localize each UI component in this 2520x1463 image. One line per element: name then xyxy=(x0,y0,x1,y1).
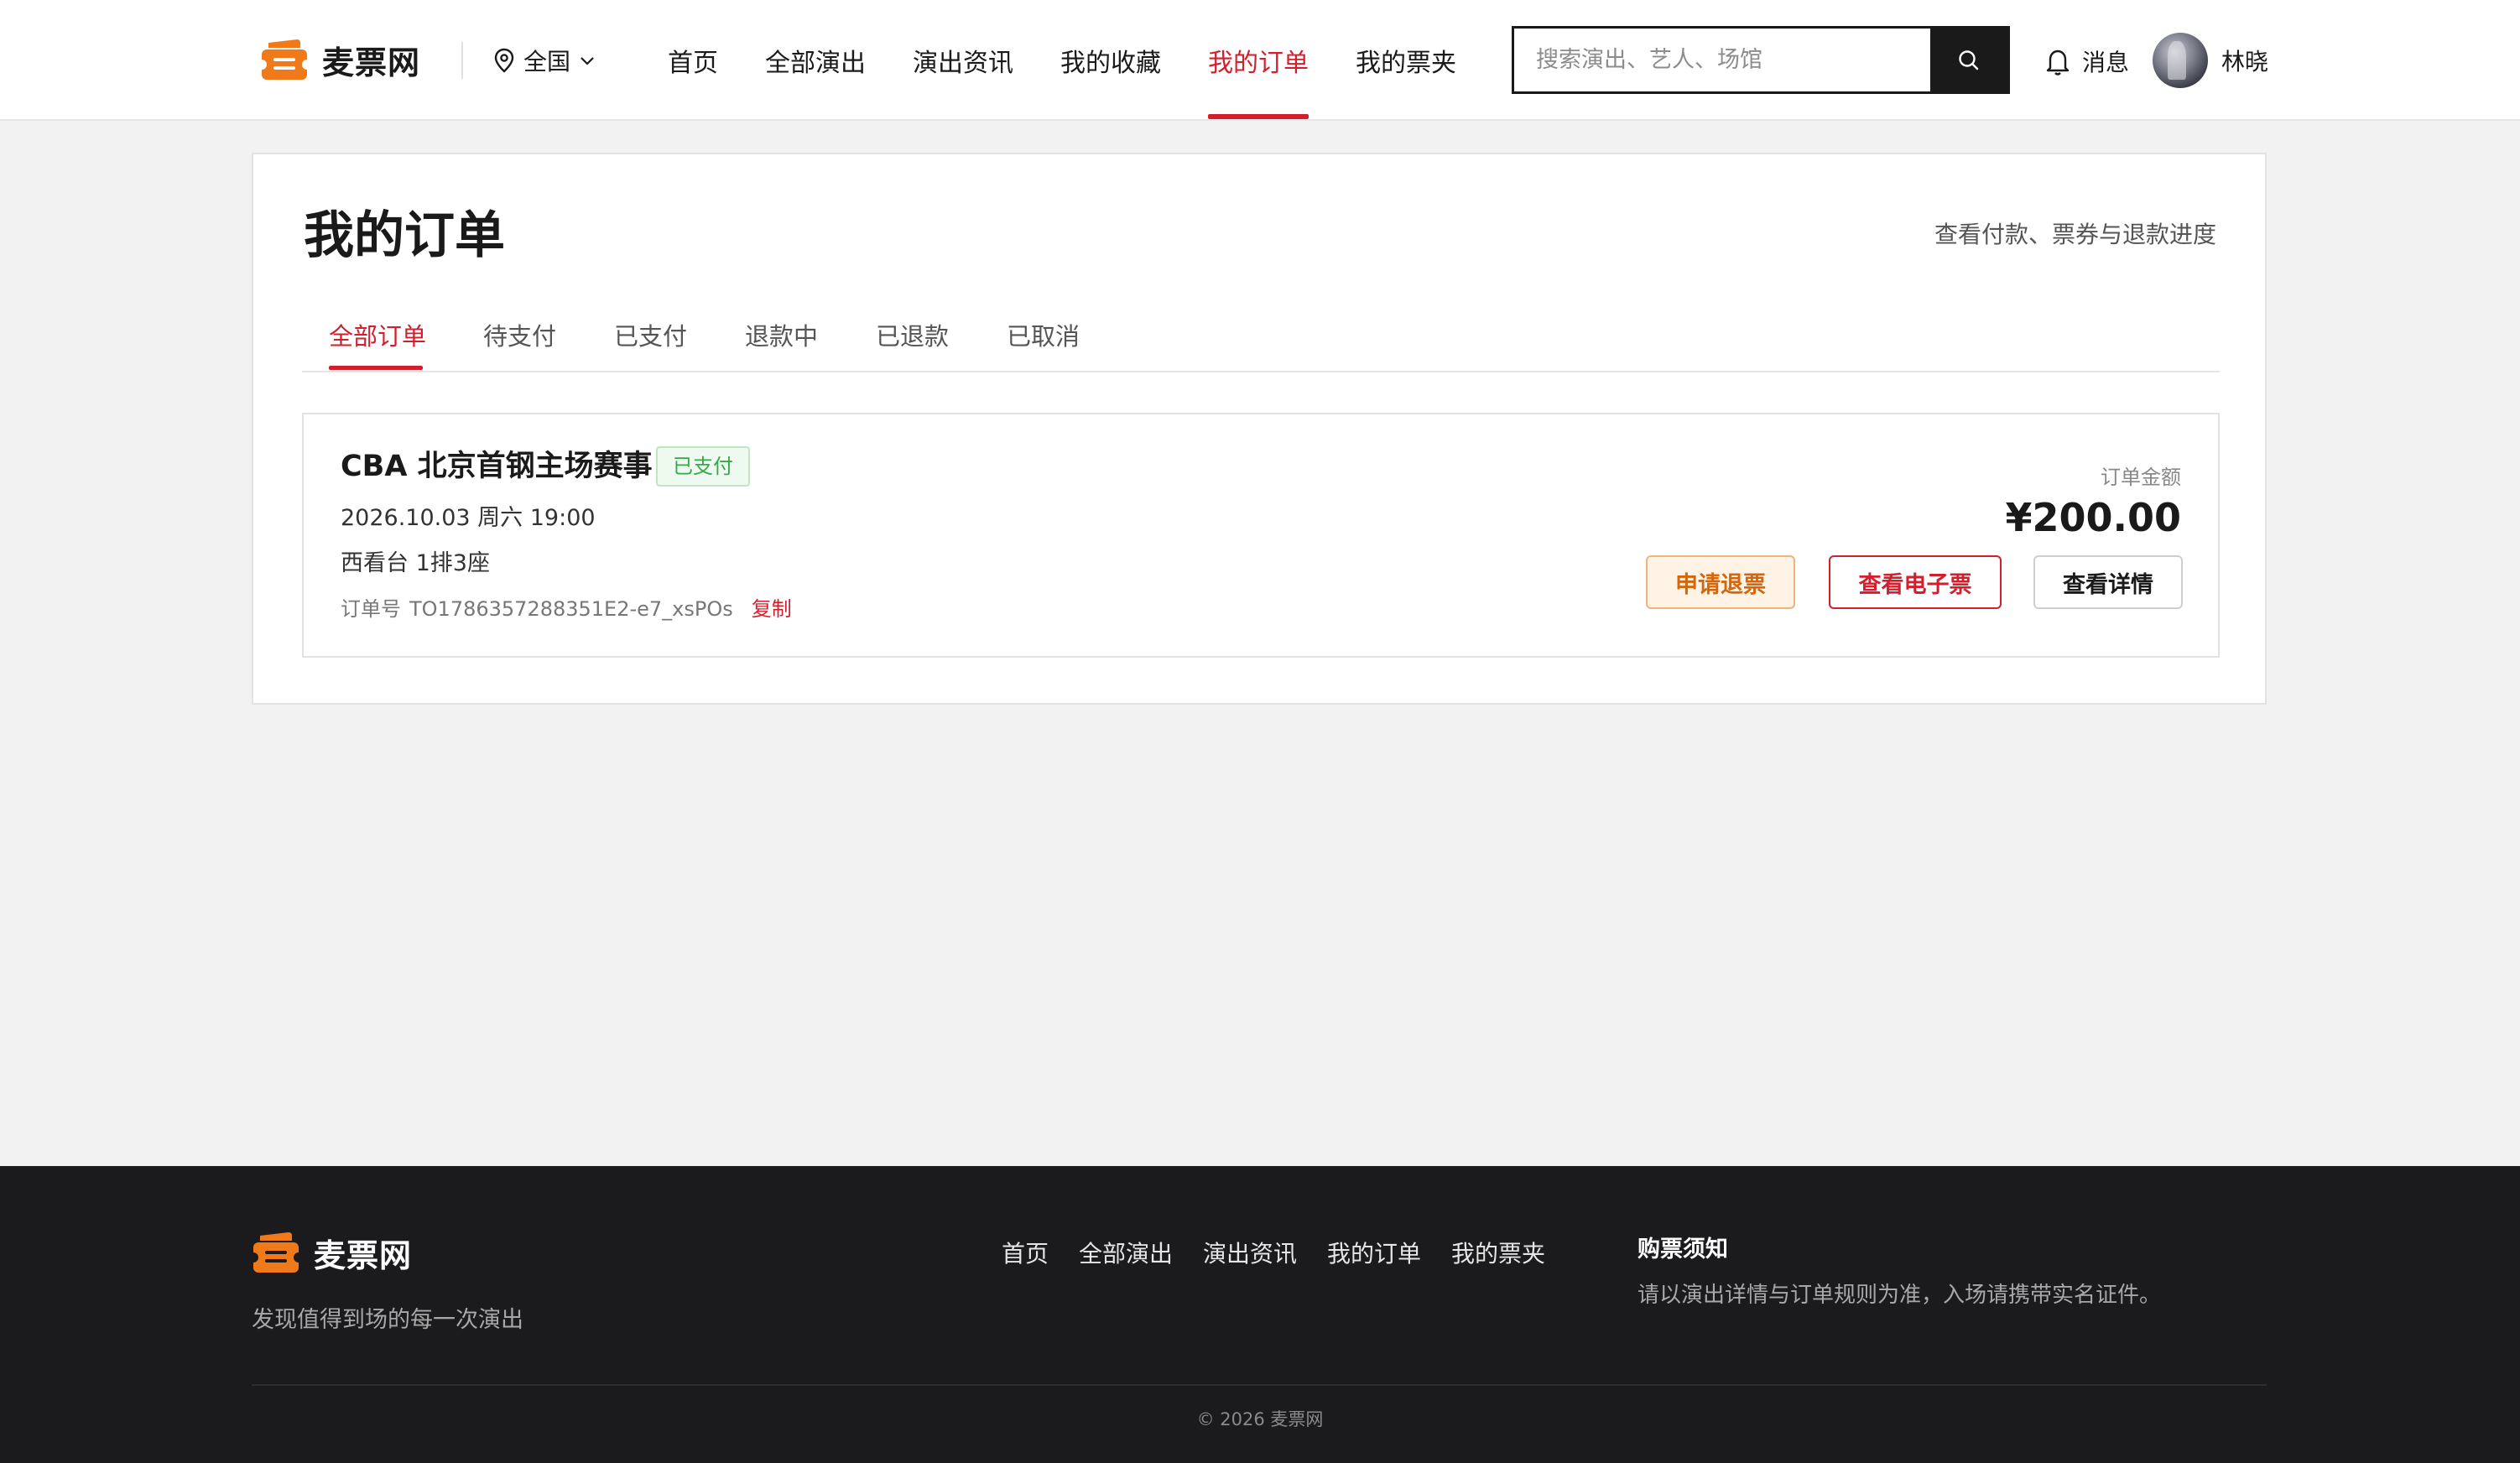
order-datetime: 2026.10.03 周六 19:00 xyxy=(341,505,596,531)
nav-show-news[interactable]: 演出资讯 xyxy=(913,42,1013,81)
ticket-logo-icon xyxy=(252,1232,300,1273)
footer-link-my-orders[interactable]: 我的订单 xyxy=(1327,1237,1421,1272)
order-tabs: 全部订单 待支付 已支付 退款中 已退款 已取消 xyxy=(302,319,2220,372)
order-amount-label: 订单金额 xyxy=(2101,466,2181,489)
tab-refunding[interactable]: 退款中 xyxy=(745,319,818,371)
tab-all-orders[interactable]: 全部订单 xyxy=(329,319,426,371)
tab-pending-payment[interactable]: 待支付 xyxy=(483,319,556,371)
location-pin-icon xyxy=(494,48,514,73)
footer-copyright: © 2026 麦票网 xyxy=(1196,1409,1324,1429)
footer-link-my-tickets[interactable]: 我的票夹 xyxy=(1451,1237,1545,1272)
order-amount: ¥200.00 xyxy=(2005,495,2181,540)
nav-my-orders[interactable]: 我的订单 xyxy=(1208,42,1309,81)
user-menu[interactable]: 林晓 xyxy=(2153,32,2268,89)
tab-cancelled[interactable]: 已取消 xyxy=(1007,319,1080,371)
city-selector[interactable]: 全国 xyxy=(493,39,596,82)
footer-link-home[interactable]: 首页 xyxy=(1002,1237,1049,1272)
footer-link-show-news[interactable]: 演出资讯 xyxy=(1203,1237,1297,1272)
status-badge: 已支付 xyxy=(656,446,750,487)
view-eticket-button[interactable]: 查看电子票 xyxy=(1829,555,2002,609)
order-title[interactable]: CBA 北京首钢主场赛事 xyxy=(341,446,653,487)
footer-logo[interactable]: 麦票网 xyxy=(252,1226,412,1278)
nav-my-favorites[interactable]: 我的收藏 xyxy=(1060,42,1161,81)
bell-icon xyxy=(2046,49,2070,75)
site-logo[interactable]: 麦票网 xyxy=(260,34,420,86)
search-button[interactable] xyxy=(1930,29,2007,91)
copy-order-number-link[interactable]: 复制 xyxy=(752,594,792,624)
nav-all-shows[interactable]: 全部演出 xyxy=(765,42,866,81)
top-header: 麦票网 全国 首页 全部演出 演出资讯 我的收藏 我的订单 我的票夹 搜索演出、… xyxy=(0,0,2520,121)
footer-divider xyxy=(252,1384,2267,1386)
footer-slogan: 发现值得到场的每一次演出 xyxy=(252,1307,523,1333)
header-divider xyxy=(461,42,463,79)
search-box xyxy=(1512,26,2010,94)
city-label: 全国 xyxy=(523,48,571,75)
footer-link-all-shows[interactable]: 全部演出 xyxy=(1079,1237,1173,1272)
order-card: CBA 北京首钢主场赛事 已支付 2026.10.03 周六 19:00 西看台… xyxy=(302,413,2220,658)
messages-button[interactable]: 消息 xyxy=(2044,42,2129,81)
page-title: 我的订单 xyxy=(304,206,505,265)
footer-notice-title: 购票须知 xyxy=(1637,1237,1728,1263)
chevron-down-icon xyxy=(581,57,594,65)
footer-notice-text: 请以演出详情与订单规则为准，入场请携带实名证件。 xyxy=(1637,1283,2162,1308)
order-number-row: 订单号 TO1786357288351E2-e7_xsPOs 复制 xyxy=(341,594,792,624)
user-name: 林晓 xyxy=(2221,48,2269,75)
order-seat: 西看台 1排3座 xyxy=(341,550,490,576)
tab-refunded[interactable]: 已退款 xyxy=(876,319,949,371)
request-refund-button[interactable]: 申请退票 xyxy=(1646,555,1795,609)
site-footer: 麦票网 发现值得到场的每一次演出 首页 全部演出 演出资讯 我的订单 我的票夹 … xyxy=(0,1166,2520,1463)
tab-active-indicator xyxy=(329,366,423,370)
orders-panel: 我的订单 查看付款、票券与退款进度 全部订单 待支付 已支付 退款中 已退款 已… xyxy=(252,153,2267,705)
search-input[interactable] xyxy=(1514,29,1930,91)
nav-active-indicator xyxy=(1208,114,1309,119)
ticket-logo-icon xyxy=(260,39,309,80)
site-logo-text: 麦票网 xyxy=(322,44,421,81)
order-number-label: 订单号 xyxy=(341,597,401,621)
footer-logo-text: 麦票网 xyxy=(314,1237,413,1274)
messages-label: 消息 xyxy=(2082,49,2130,76)
tab-paid[interactable]: 已支付 xyxy=(614,319,687,371)
avatar xyxy=(2153,33,2208,88)
nav-home[interactable]: 首页 xyxy=(668,42,718,81)
nav-my-tickets[interactable]: 我的票夹 xyxy=(1356,42,1456,81)
search-icon xyxy=(1959,49,1979,70)
order-number: TO1786357288351E2-e7_xsPOs xyxy=(409,597,733,621)
page-hint: 查看付款、票券与退款进度 xyxy=(1934,221,2216,248)
view-detail-button[interactable]: 查看详情 xyxy=(2033,555,2183,609)
